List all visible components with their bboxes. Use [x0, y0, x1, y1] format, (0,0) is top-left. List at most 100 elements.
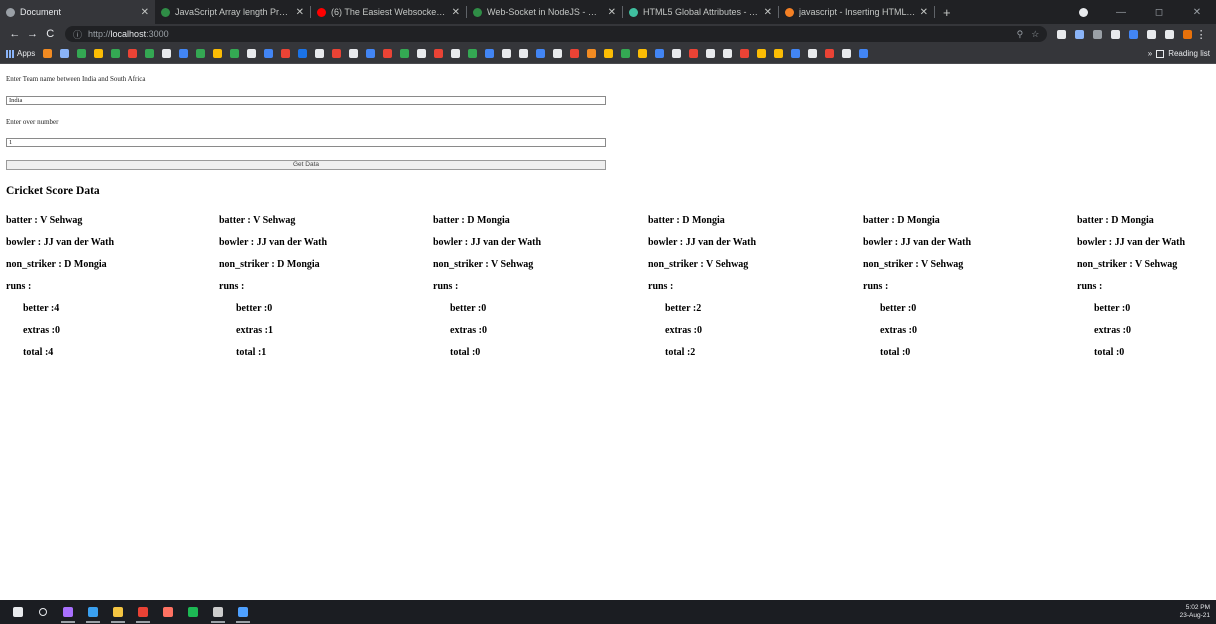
browser-tab[interactable]: (6) The Easiest Websocket Using ✕ [311, 0, 466, 24]
bookmark-favicon-icon[interactable] [570, 49, 580, 58]
extension-icon[interactable] [1057, 29, 1067, 39]
get-data-button[interactable]: Get Data [6, 160, 606, 170]
extension-icon[interactable] [1075, 29, 1085, 39]
bookmark-favicon-icon[interactable] [672, 49, 682, 58]
bookmark-favicon-icon[interactable] [723, 49, 733, 58]
bookmark-favicon-icon[interactable] [621, 49, 631, 58]
bookmark-favicon-icon[interactable] [859, 49, 869, 58]
browser-menu-icon[interactable]: ⋮ [1192, 28, 1210, 41]
chevron-more-icon[interactable]: » [1148, 49, 1152, 58]
bookmark-favicon-icon[interactable] [536, 49, 546, 58]
taskbar-app[interactable] [58, 600, 78, 624]
bookmark-favicon-icon[interactable] [43, 49, 53, 58]
browser-tab[interactable]: javascript - Inserting HTML into ✕ [779, 0, 934, 24]
bookmark-favicon-icon[interactable] [519, 49, 529, 58]
bookmark-favicon-icon[interactable] [808, 49, 818, 58]
taskbar-app[interactable] [133, 600, 153, 624]
back-arrow-icon[interactable]: ← [6, 28, 24, 40]
bookmark-favicon-icon[interactable] [315, 49, 325, 58]
taskbar-app[interactable] [83, 600, 103, 624]
bookmark-favicon-icon[interactable] [587, 49, 597, 58]
extension-icon[interactable] [1183, 29, 1193, 39]
tab-close-icon[interactable]: ✕ [608, 7, 616, 18]
bookmark-favicon-icon[interactable] [757, 49, 767, 58]
bookmark-favicon-icon[interactable] [774, 49, 784, 58]
reload-icon[interactable]: C [41, 28, 59, 40]
team-input[interactable] [6, 96, 606, 105]
batter-line-value: D Mongia [682, 215, 725, 226]
bookmark-favicon-icon[interactable] [264, 49, 274, 58]
bookmark-favicon-icon[interactable] [230, 49, 240, 58]
bookmark-favicon-icon[interactable] [111, 49, 121, 58]
bookmark-favicon-icon[interactable] [383, 49, 393, 58]
apps-shortcut[interactable]: Apps [6, 49, 35, 58]
maximize-icon[interactable]: ◻ [1140, 7, 1178, 18]
bookmark-favicon-icon[interactable] [213, 49, 223, 58]
zoom-search-icon[interactable]: ⚲ [1017, 29, 1024, 40]
bookmark-favicon-icon[interactable] [298, 49, 308, 58]
reading-list-button[interactable]: » Reading list [1148, 49, 1210, 58]
bookmark-star-icon[interactable]: ☆ [1031, 29, 1039, 40]
bookmark-favicon-icon[interactable] [485, 49, 495, 58]
browser-tab[interactable]: Web-Socket in NodeJS - GeeksforGeeks ✕ [467, 0, 622, 24]
bookmark-favicon-icon[interactable] [145, 49, 155, 58]
extension-icon[interactable] [1129, 29, 1139, 39]
tab-close-icon[interactable]: ✕ [452, 7, 460, 18]
bookmark-favicon-icon[interactable] [740, 49, 750, 58]
bookmark-favicon-icon[interactable] [94, 49, 104, 58]
profile-icon[interactable] [1079, 7, 1088, 17]
bookmark-favicon-icon[interactable] [706, 49, 716, 58]
browser-tab[interactable]: JavaScript Array length Property ✕ [155, 0, 310, 24]
bookmark-favicon-icon[interactable] [179, 49, 189, 58]
address-bar[interactable]: ⓘ http://localhost:3000 ⚲ ☆ [65, 26, 1048, 42]
taskbar-app[interactable] [158, 600, 178, 624]
minimize-icon[interactable]: — [1102, 7, 1140, 18]
over-input[interactable] [6, 138, 606, 147]
system-clock[interactable]: 5:02 PM 23-Aug-21 [1180, 604, 1210, 620]
bookmark-favicon-icon[interactable] [162, 49, 172, 58]
tab-close-icon[interactable]: ✕ [296, 7, 304, 18]
bookmark-favicon-icon[interactable] [349, 49, 359, 58]
taskbar-app[interactable] [208, 600, 228, 624]
extension-icon[interactable] [1093, 29, 1103, 39]
bookmark-favicon-icon[interactable] [128, 49, 138, 58]
extension-icon[interactable] [1111, 29, 1121, 39]
bookmark-favicon-icon[interactable] [196, 49, 206, 58]
taskbar-app[interactable] [183, 600, 203, 624]
forward-arrow-icon[interactable]: → [24, 28, 42, 40]
bookmark-favicon-icon[interactable] [604, 49, 614, 58]
bookmark-favicon-icon[interactable] [553, 49, 563, 58]
tab-close-icon[interactable]: ✕ [920, 7, 928, 18]
bookmark-favicon-icon[interactable] [281, 49, 291, 58]
tab-close-icon[interactable]: ✕ [141, 7, 149, 18]
bookmark-favicon-icon[interactable] [655, 49, 665, 58]
site-info-icon[interactable]: ⓘ [73, 28, 82, 41]
bookmark-favicon-icon[interactable] [638, 49, 648, 58]
bookmark-favicon-icon[interactable] [247, 49, 257, 58]
new-tab-button[interactable]: + [935, 0, 959, 24]
taskbar-app[interactable] [233, 600, 253, 624]
extension-icon[interactable] [1147, 29, 1157, 39]
bookmark-favicon-icon[interactable] [366, 49, 376, 58]
bookmark-favicon-icon[interactable] [332, 49, 342, 58]
taskbar-app[interactable] [8, 600, 28, 624]
browser-tab[interactable]: Document ✕ [0, 0, 155, 24]
bookmark-favicon-icon[interactable] [468, 49, 478, 58]
bookmark-favicon-icon[interactable] [77, 49, 87, 58]
bookmark-favicon-icon[interactable] [417, 49, 427, 58]
tab-close-icon[interactable]: ✕ [764, 7, 772, 18]
bookmark-favicon-icon[interactable] [434, 49, 444, 58]
bookmark-favicon-icon[interactable] [842, 49, 852, 58]
bookmark-favicon-icon[interactable] [825, 49, 835, 58]
taskbar-app[interactable] [108, 600, 128, 624]
bookmark-favicon-icon[interactable] [791, 49, 801, 58]
close-window-icon[interactable]: ✕ [1178, 7, 1216, 18]
bookmark-favicon-icon[interactable] [451, 49, 461, 58]
extension-icon[interactable] [1165, 29, 1175, 39]
browser-tab[interactable]: HTML5 Global Attributes - Tutorial ✕ [623, 0, 778, 24]
bookmark-favicon-icon[interactable] [689, 49, 699, 58]
bookmark-favicon-icon[interactable] [60, 49, 70, 58]
bookmark-favicon-icon[interactable] [400, 49, 410, 58]
bookmark-favicon-icon[interactable] [502, 49, 512, 58]
taskbar-app[interactable] [33, 600, 53, 624]
